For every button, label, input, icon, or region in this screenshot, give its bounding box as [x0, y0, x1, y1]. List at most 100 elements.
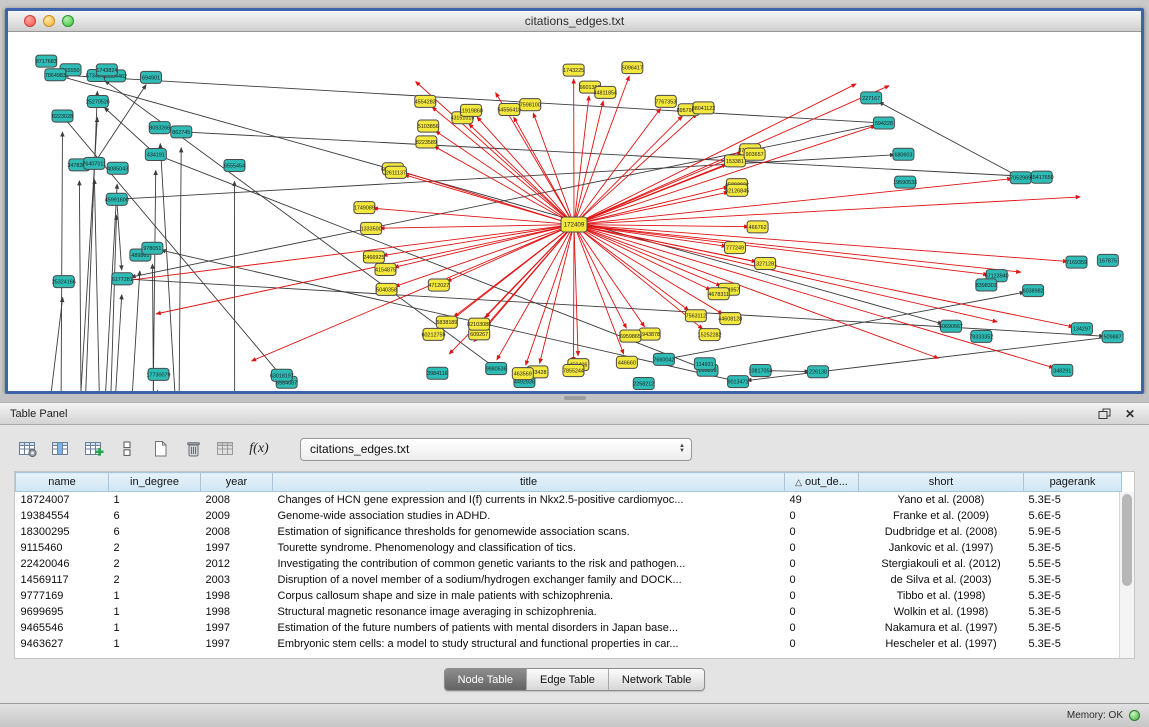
- graph-node[interactable]: 466762: [747, 221, 768, 233]
- graph-node[interactable]: 7052989: [1010, 172, 1031, 184]
- graph-node[interactable]: 903657: [744, 148, 765, 160]
- graph-node[interactable]: 694901: [140, 71, 161, 83]
- panel-divider[interactable]: [0, 394, 1149, 402]
- graph-node[interactable]: 76407011: [82, 157, 106, 169]
- show-columns-icon[interactable]: [47, 437, 75, 461]
- table-row[interactable]: 946554611997Estimation of the future num…: [16, 620, 1122, 636]
- table-scrollbar[interactable]: [1119, 492, 1134, 658]
- graph-node[interactable]: 7864983: [45, 69, 66, 81]
- graph-node[interactable]: 25324166: [52, 276, 76, 288]
- table-row[interactable]: 969969511998Structural magnetic resonanc…: [16, 604, 1122, 620]
- create-column-icon[interactable]: [80, 437, 108, 461]
- graph-node[interactable]: 8093266: [149, 122, 170, 134]
- scrollbar-thumb[interactable]: [1122, 494, 1132, 586]
- column-header-pagerank[interactable]: pagerank: [1024, 473, 1122, 492]
- graph-node[interactable]: 7598100: [520, 99, 541, 111]
- new-table-icon[interactable]: [146, 437, 174, 461]
- row-height-icon[interactable]: [113, 437, 141, 461]
- table-selector-dropdown[interactable]: citations_edges.txt ▲▼: [300, 438, 692, 461]
- table-row[interactable]: 977716911998Corpus callosum shape and si…: [16, 588, 1122, 604]
- graph-node[interactable]: 7767353: [655, 95, 676, 107]
- graph-node[interactable]: 6959865: [620, 330, 641, 342]
- graph-node[interactable]: 463569: [512, 368, 533, 380]
- graph-node[interactable]: 153381: [724, 155, 745, 167]
- graph-node[interactable]: 44811854: [594, 86, 618, 98]
- table-mode-icon[interactable]: [14, 437, 42, 461]
- table-row[interactable]: 2242004622012Investigating the contribut…: [16, 556, 1122, 572]
- graph-node[interactable]: 10817054: [749, 365, 773, 377]
- graph-node[interactable]: 7660042: [653, 353, 674, 365]
- graph-node[interactable]: 5040358: [376, 283, 397, 295]
- graph-node[interactable]: 172409: [561, 217, 587, 232]
- graph-node[interactable]: 134297: [1071, 323, 1092, 335]
- graph-node[interactable]: 4712027: [428, 279, 449, 291]
- graph-node[interactable]: 25270526: [86, 96, 110, 108]
- graph-node[interactable]: 2258212: [633, 378, 654, 390]
- network-view[interactable]: 17730079 8223028 434191 45991600 6177281 4085…: [8, 32, 1141, 391]
- graph-node[interactable]: 45417650: [1030, 171, 1054, 183]
- graph-node[interactable]: 79333352: [969, 330, 993, 342]
- graph-node[interactable]: 3984116: [427, 367, 448, 379]
- graph-node[interactable]: 1749089: [354, 202, 375, 214]
- table-row[interactable]: 946362711997Embryonic stem cells: a mode…: [16, 636, 1122, 652]
- graph-node[interactable]: 88041122: [692, 102, 716, 114]
- graph-node[interactable]: 8223028: [52, 110, 73, 122]
- graph-node[interactable]: 13271281: [753, 258, 777, 270]
- column-header-year[interactable]: year: [201, 473, 273, 492]
- graph-node[interactable]: 6038982: [1023, 285, 1044, 297]
- network-window-titlebar[interactable]: citations_edges.txt: [8, 11, 1141, 32]
- graph-node[interactable]: 4085043: [107, 162, 128, 174]
- graph-node[interactable]: 8223589: [416, 136, 437, 148]
- graph-node[interactable]: 434191: [145, 148, 166, 160]
- graph-node[interactable]: 4554283: [415, 95, 436, 107]
- graph-node[interactable]: 348291: [1052, 364, 1073, 376]
- table-row[interactable]: 1830029562008Estimation of significance …: [16, 524, 1122, 540]
- graph-node[interactable]: 15252282: [698, 329, 722, 341]
- tab-node-table[interactable]: Node Table: [445, 669, 526, 690]
- graph-node[interactable]: 7563112: [685, 310, 706, 322]
- zoom-window-button[interactable]: [62, 15, 74, 27]
- graph-node[interactable]: 6555454: [224, 159, 245, 171]
- graph-node[interactable]: 19590533: [893, 176, 917, 188]
- graph-node[interactable]: 82103088: [467, 318, 491, 330]
- graph-node[interactable]: 446660: [616, 356, 637, 368]
- graph-node[interactable]: 7855244: [563, 365, 584, 377]
- column-header-in_degree[interactable]: in_degree: [109, 473, 201, 492]
- close-panel-icon[interactable]: ✕: [1121, 406, 1139, 422]
- graph-node[interactable]: 594228: [873, 117, 894, 129]
- graph-node[interactable]: 4154875: [375, 263, 396, 275]
- graph-node[interactable]: 63018197: [270, 369, 294, 381]
- graph-node[interactable]: 4678311: [708, 288, 729, 300]
- graph-node[interactable]: 1333500: [361, 222, 382, 234]
- graph-node[interactable]: 45991600: [105, 193, 129, 205]
- function-builder-icon[interactable]: f(x): [245, 437, 273, 461]
- minimize-window-button[interactable]: [43, 15, 55, 27]
- import-table-icon[interactable]: [212, 437, 240, 461]
- graph-node[interactable]: 227167: [861, 92, 882, 104]
- graph-node[interactable]: 114931: [694, 358, 715, 370]
- graph-node[interactable]: 1943878: [639, 328, 660, 340]
- graph-node[interactable]: 60212759: [422, 328, 446, 340]
- graph-node[interactable]: 1743824: [96, 64, 117, 76]
- graph-node[interactable]: 17730079: [147, 368, 171, 380]
- table-row[interactable]: 1872400712008Changes of HCN gene express…: [16, 492, 1122, 508]
- tab-edge-table[interactable]: Edge Table: [526, 669, 608, 690]
- graph-node[interactable]: 6177281: [112, 273, 133, 285]
- graph-node[interactable]: 62126845: [725, 184, 749, 196]
- graph-node[interactable]: 777249: [725, 242, 746, 254]
- close-window-button[interactable]: [24, 15, 36, 27]
- graph-node[interactable]: 978051: [142, 242, 163, 254]
- graph-node[interactable]: 54556418: [497, 103, 521, 115]
- table-row[interactable]: 911546021997Tourette syndrome. Phenomeno…: [16, 540, 1122, 556]
- graph-node[interactable]: 5096417: [622, 62, 643, 74]
- table-row[interactable]: 1938455462009Genome-wide association stu…: [16, 508, 1122, 524]
- float-panel-icon[interactable]: [1095, 406, 1113, 422]
- graph-node[interactable]: 11919860: [459, 104, 483, 116]
- column-header-short[interactable]: short: [859, 473, 1024, 492]
- graph-node[interactable]: 44608128: [718, 313, 742, 325]
- tab-network-table[interactable]: Network Table: [608, 669, 705, 690]
- graph-node[interactable]: 509887: [1102, 331, 1123, 343]
- graph-node[interactable]: 7169359: [1066, 256, 1087, 268]
- graph-node[interactable]: 2466925: [363, 251, 384, 263]
- graph-node[interactable]: 680603: [893, 148, 914, 160]
